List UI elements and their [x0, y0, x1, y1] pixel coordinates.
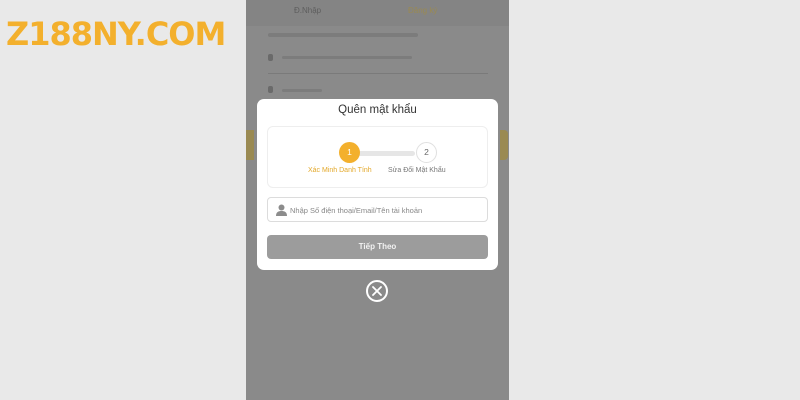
background-divider — [268, 73, 488, 74]
close-circle-icon — [372, 286, 382, 296]
step-2-circle: 2 — [416, 142, 437, 163]
step-1-circle: 1 — [339, 142, 360, 163]
step-progress-line — [353, 151, 415, 156]
background-icon — [268, 54, 273, 61]
background-line — [282, 56, 412, 59]
background-accent — [500, 130, 508, 160]
close-dialog-button[interactable] — [366, 280, 388, 302]
next-button[interactable]: Tiếp Theo — [267, 235, 488, 259]
user-icon — [276, 204, 287, 216]
site-logo: Z188NY.COM — [6, 14, 226, 54]
background-tab-register: Đăng ký — [408, 6, 438, 15]
background-tab-login: Đ.Nhập — [294, 6, 322, 15]
background-line — [268, 33, 418, 37]
account-input-wrapper — [267, 197, 488, 222]
step-2-label: Sửa Đổi Mật Khẩu — [388, 167, 446, 174]
step-1-label: Xác Minh Danh Tính — [308, 167, 372, 174]
forgot-password-dialog: Quên mật khẩu 1 2 Xác Minh Danh Tính Sửa… — [257, 99, 498, 270]
background-accent — [246, 130, 254, 160]
step-indicator: 1 2 Xác Minh Danh Tính Sửa Đổi Mật Khẩu — [267, 126, 488, 188]
dialog-title: Quên mật khẩu — [338, 104, 417, 116]
logo-text: Z188NY.COM — [6, 15, 226, 53]
background-icon — [268, 86, 273, 93]
account-input[interactable] — [290, 201, 485, 219]
background-line — [282, 89, 322, 92]
background-header: Đ.Nhập Đăng ký — [246, 0, 509, 26]
